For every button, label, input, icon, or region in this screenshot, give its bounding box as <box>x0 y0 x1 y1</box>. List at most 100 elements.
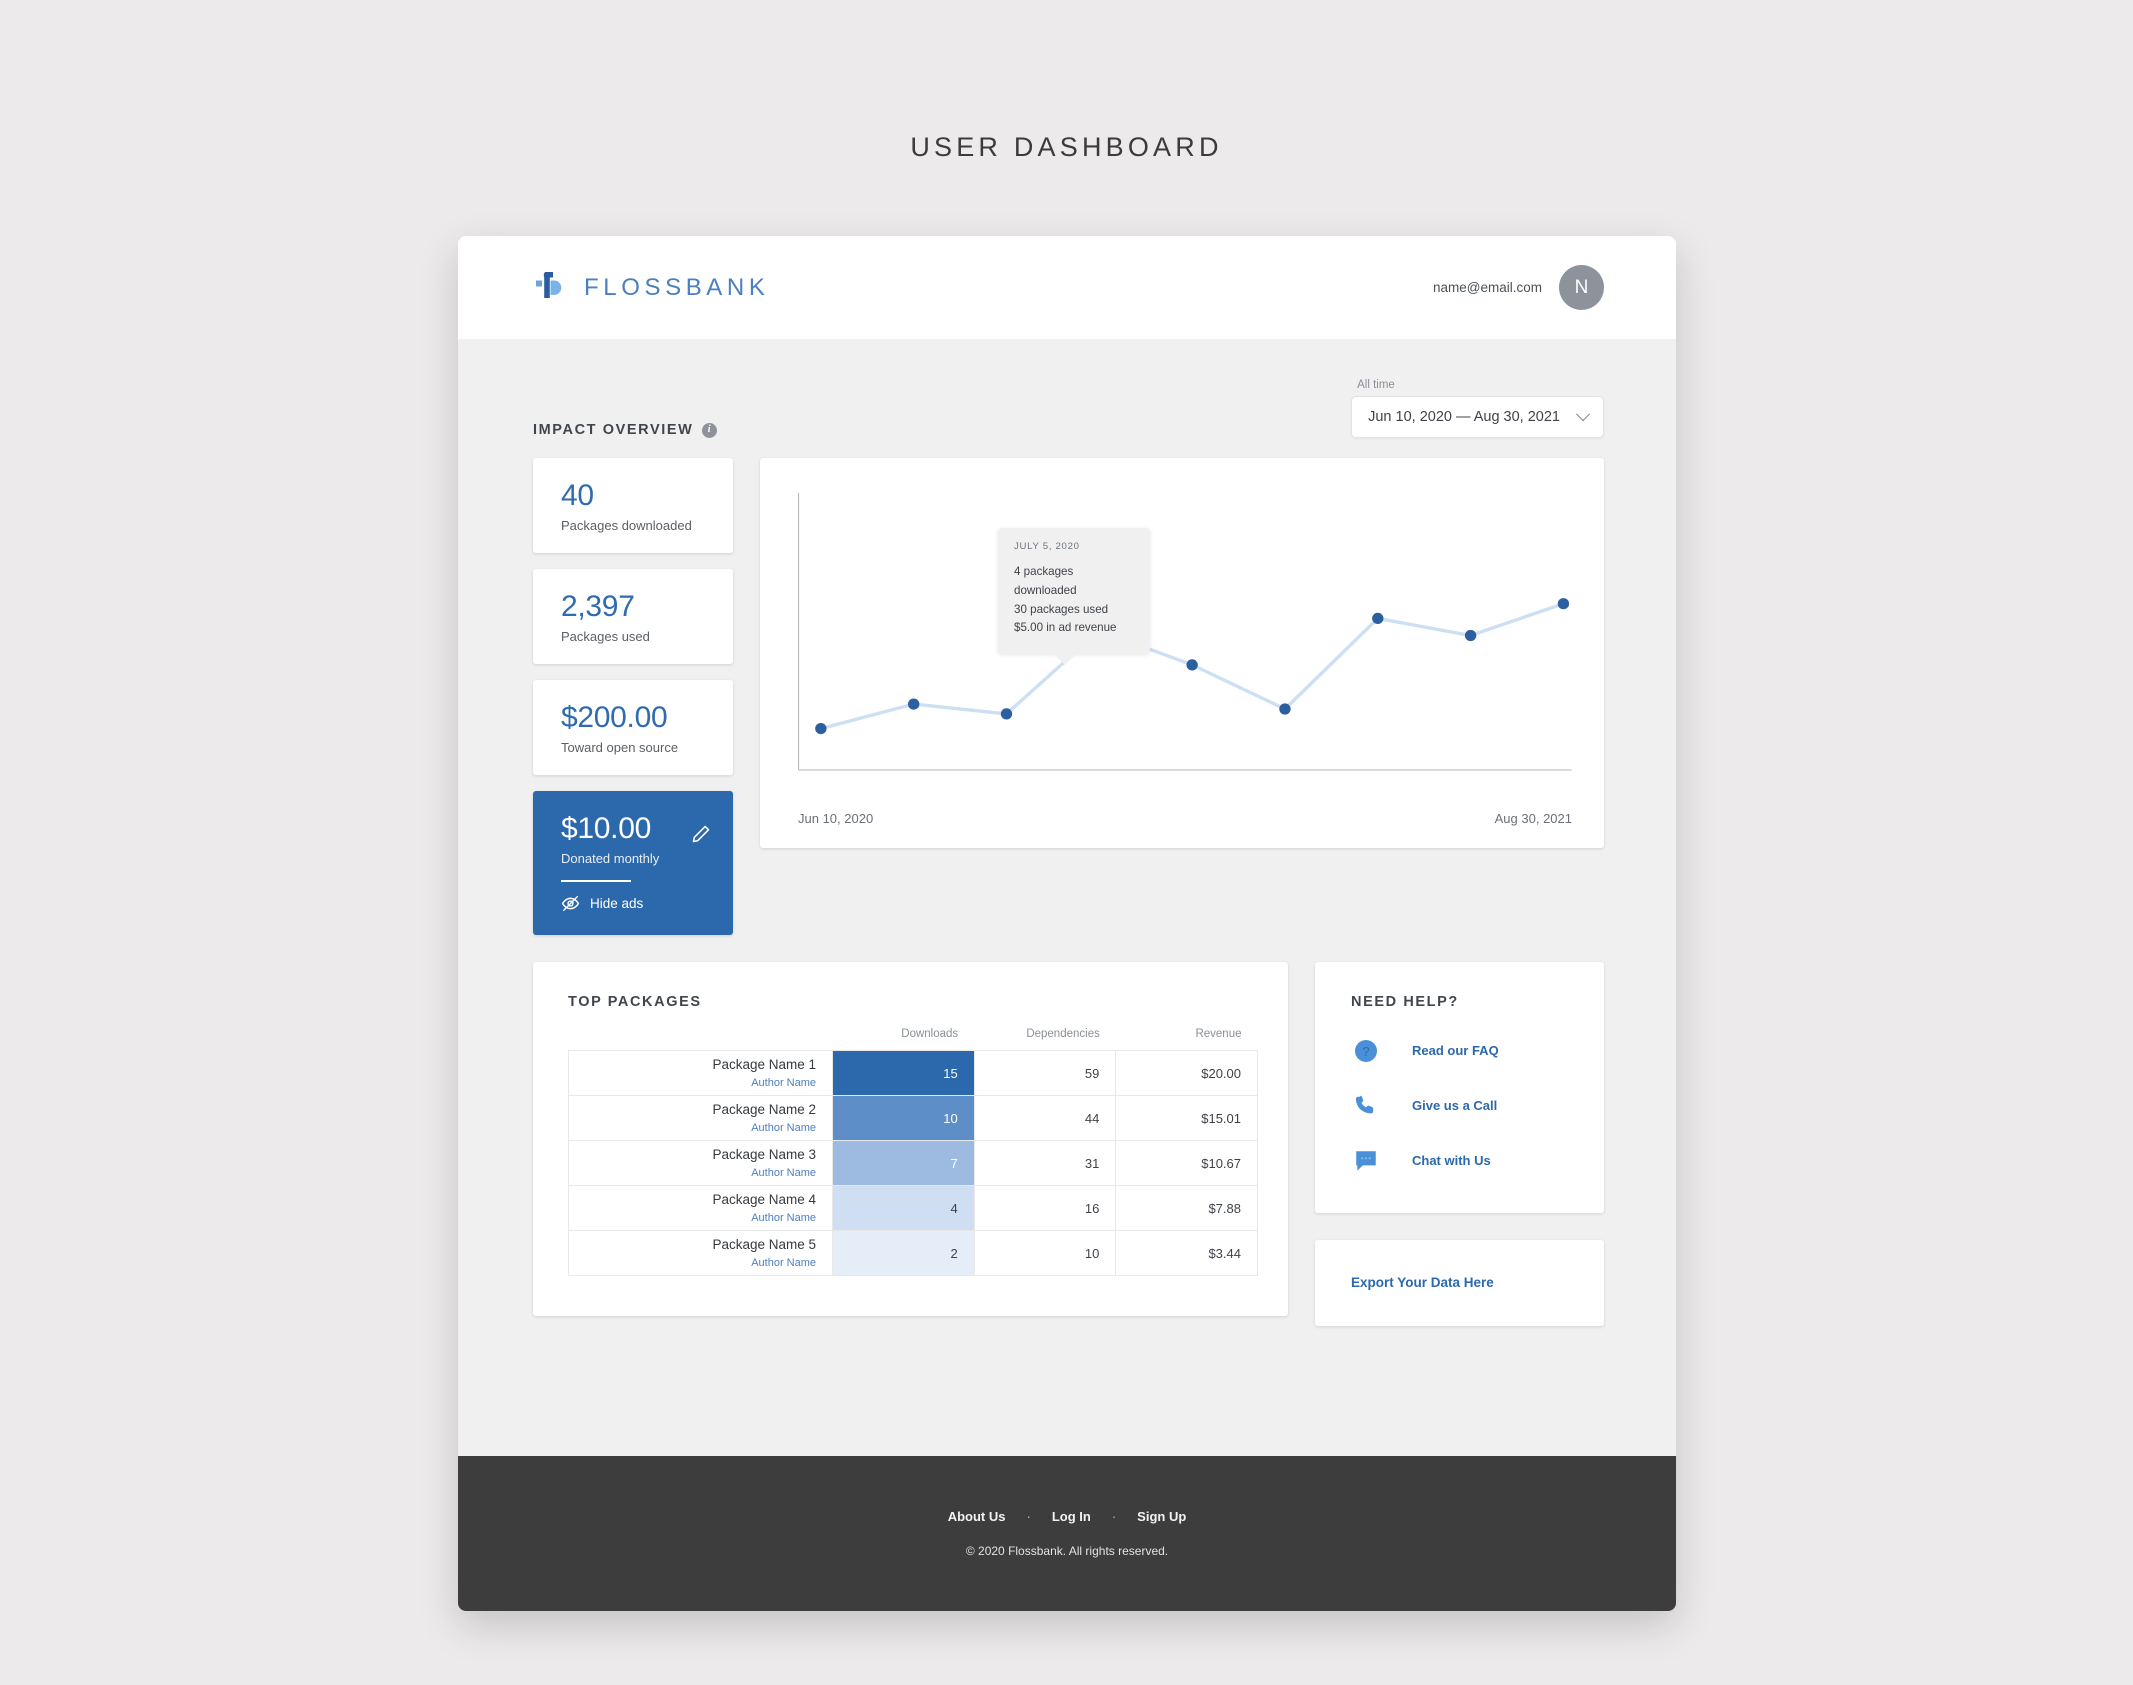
tooltip-line: $5.00 in ad revenue <box>1014 621 1117 635</box>
export-data-link[interactable]: Export Your Data Here <box>1351 1275 1494 1290</box>
table-row[interactable]: Package Name 2 Author Name 10 44 $15.01 <box>567 1095 1258 1142</box>
package-cell: Package Name 3 Author Name <box>567 1140 834 1187</box>
top-packages-table: Downloads Dependencies Revenue Package N… <box>567 1028 1258 1277</box>
app-footer: About Us · Log In · Sign Up © 2020 Floss… <box>458 1456 1676 1611</box>
footer-separator: · <box>1026 1509 1031 1524</box>
chart-point[interactable] <box>908 698 920 710</box>
footer-copyright: © 2020 Flossbank. All rights reserved. <box>965 1544 1169 1558</box>
footer-links: About Us · Log In · Sign Up <box>948 1509 1187 1524</box>
footer-link-login[interactable]: Log In <box>1052 1509 1091 1524</box>
avatar[interactable]: N <box>1559 265 1604 310</box>
help-item-label: Read our FAQ <box>1412 1043 1499 1059</box>
donation-value-row: $10.00 <box>561 813 711 845</box>
package-name: Package Name 1 <box>712 1057 817 1073</box>
table-row[interactable]: Package Name 5 Author Name 2 10 $3.44 <box>567 1230 1258 1277</box>
footer-link-about[interactable]: About Us <box>948 1509 1006 1524</box>
table-row[interactable]: Package Name 4 Author Name 4 16 $7.88 <box>567 1185 1258 1232</box>
date-range-select[interactable]: Jun 10, 2020 — Aug 30, 2021 <box>1351 396 1604 438</box>
overview-bar: IMPACT OVERVIEW i All time Jun 10, 2020 … <box>533 379 1604 438</box>
donation-value: $10.00 <box>561 812 651 845</box>
package-author[interactable]: Author Name <box>585 1077 816 1089</box>
divider <box>561 879 631 883</box>
stat-value: $200.00 <box>561 701 668 734</box>
tooltip-date: JULY 5, 2020 <box>1014 541 1080 552</box>
hide-ads-toggle[interactable]: Hide ads <box>561 894 711 913</box>
chevron-down-icon <box>1575 407 1591 422</box>
package-cell: Package Name 4 Author Name <box>567 1185 834 1232</box>
chart-point[interactable] <box>1372 612 1384 624</box>
downloads-cell: 4 <box>832 1185 975 1232</box>
help-item-chat[interactable]: Chat with Us <box>1351 1146 1574 1175</box>
package-name: Package Name 3 <box>712 1147 817 1163</box>
dependencies-cell: 44 <box>973 1095 1117 1142</box>
impact-overview-label: IMPACT OVERVIEW <box>533 422 694 438</box>
help-item-label: Chat with Us <box>1412 1153 1491 1169</box>
stat-card-donated-monthly: $10.00 Donated monthly Hide ads <box>533 791 733 936</box>
downloads-cell: 10 <box>832 1095 975 1142</box>
table-header-row: Downloads Dependencies Revenue <box>569 1028 1258 1051</box>
dependencies-cell: 10 <box>973 1230 1117 1277</box>
info-icon[interactable]: i <box>702 422 718 438</box>
package-author[interactable]: Author Name <box>585 1167 816 1179</box>
page-title: USER DASHBOARD <box>910 132 1223 162</box>
header-user-area: name@email.com N <box>1433 265 1604 310</box>
svg-text:?: ? <box>1362 1044 1369 1059</box>
stat-card-toward-open-source: $200.00 Toward open source <box>533 680 733 775</box>
package-name: Package Name 2 <box>712 1102 817 1118</box>
dependencies-cell: 59 <box>973 1050 1117 1097</box>
chart-point[interactable] <box>1000 708 1013 720</box>
stat-label: Packages used <box>561 628 650 644</box>
chart-point[interactable] <box>1279 703 1291 715</box>
dependencies-cell: 31 <box>973 1140 1117 1187</box>
downloads-cell: 15 <box>832 1050 975 1097</box>
package-cell: Package Name 1 Author Name <box>567 1050 834 1097</box>
question-circle-icon: ? <box>1351 1036 1380 1065</box>
help-item-call[interactable]: Give us a Call <box>1351 1091 1574 1120</box>
chart-point[interactable] <box>815 723 827 735</box>
chart-axis-labels: Jun 10, 2020 Aug 30, 2021 <box>798 811 1572 826</box>
package-cell: Package Name 2 Author Name <box>567 1095 834 1142</box>
chart-x-start-label: Jun 10, 2020 <box>798 811 874 826</box>
footer-separator: · <box>1111 1509 1117 1524</box>
date-range-value: Jun 10, 2020 — Aug 30, 2021 <box>1368 409 1560 425</box>
lower-row: TOP PACKAGES Downloads Dependencies Reve… <box>533 962 1604 1327</box>
flossbank-logo-icon <box>533 268 567 307</box>
export-data-card[interactable]: Export Your Data Here <box>1315 1240 1604 1327</box>
package-author[interactable]: Author Name <box>585 1212 816 1224</box>
chart-point[interactable] <box>1464 629 1477 642</box>
app-window: FLOSSBANK name@email.com N IMPACT OVERVI… <box>458 236 1676 1611</box>
stat-value: 2,397 <box>561 590 635 623</box>
revenue-cell: $3.44 <box>1115 1230 1258 1277</box>
donation-label: Donated monthly <box>561 850 660 866</box>
table-row[interactable]: Package Name 1 Author Name 15 59 $20.00 <box>567 1050 1258 1097</box>
stat-label: Packages downloaded <box>561 517 692 533</box>
phone-icon <box>1351 1091 1380 1120</box>
chart-point[interactable] <box>1186 659 1198 671</box>
chart-x-end-label: Aug 30, 2021 <box>1494 811 1572 826</box>
stat-card-list: 40 Packages downloaded 2,397 Packages us… <box>533 458 733 936</box>
downloads-cell: 7 <box>832 1140 975 1187</box>
column-header-downloads: Downloads <box>901 1028 959 1041</box>
revenue-cell: $10.67 <box>1115 1140 1258 1187</box>
footer-link-signup[interactable]: Sign Up <box>1137 1509 1186 1524</box>
package-name: Package Name 5 <box>712 1237 817 1253</box>
package-author[interactable]: Author Name <box>585 1257 816 1269</box>
brand-logo[interactable]: FLOSSBANK <box>533 268 769 307</box>
dependencies-cell: 16 <box>973 1185 1117 1232</box>
column-header-revenue: Revenue <box>1195 1028 1242 1041</box>
page-section-title: IMPACT OVERVIEW i <box>533 422 718 438</box>
side-column: NEED HELP? ? Read our FAQ Give us a Call… <box>1315 962 1604 1327</box>
user-email: name@email.com <box>1433 280 1542 295</box>
brand-name: FLOSSBANK <box>584 273 770 301</box>
stat-card-packages-downloaded: 40 Packages downloaded <box>533 458 733 553</box>
package-name: Package Name 4 <box>712 1192 817 1208</box>
package-author[interactable]: Author Name <box>585 1122 816 1134</box>
impact-chart-card: JULY 5, 2020 4 packages downloaded 30 pa… <box>760 458 1604 848</box>
chart-point[interactable] <box>1557 598 1570 610</box>
revenue-cell: $15.01 <box>1115 1095 1258 1142</box>
table-row[interactable]: Package Name 3 Author Name 7 31 $10.67 <box>567 1140 1258 1187</box>
help-item-faq[interactable]: ? Read our FAQ <box>1351 1036 1574 1065</box>
pencil-icon[interactable] <box>691 819 711 843</box>
revenue-cell: $20.00 <box>1115 1050 1258 1097</box>
date-range-label: All time <box>1357 379 1395 391</box>
